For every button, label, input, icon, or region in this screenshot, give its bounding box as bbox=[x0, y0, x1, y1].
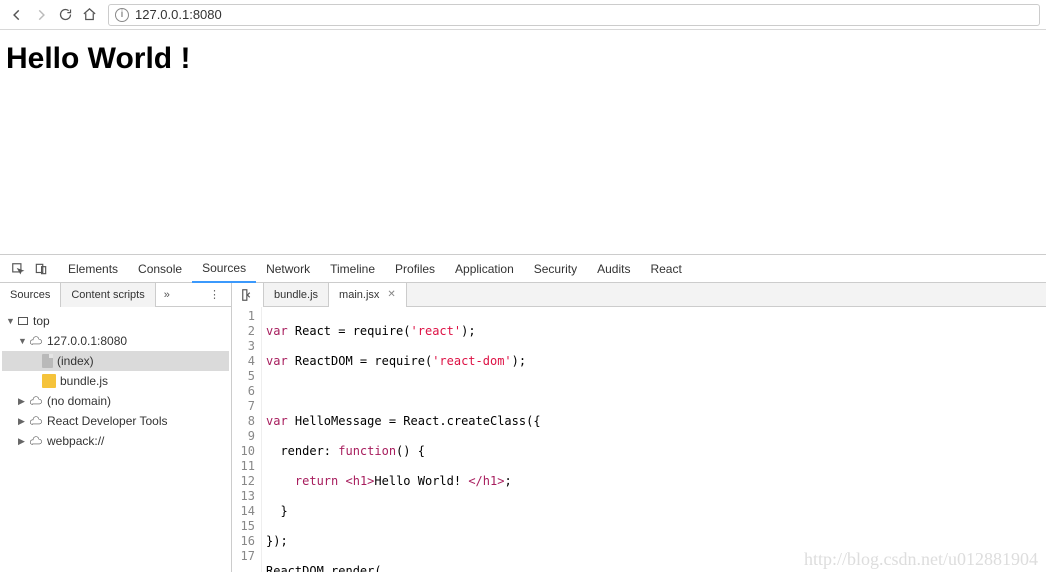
navigator-tabs: Sources Content scripts » ⋮ bbox=[0, 283, 231, 307]
tab-audits[interactable]: Audits bbox=[587, 255, 640, 283]
cloud-icon bbox=[29, 434, 43, 448]
back-button[interactable] bbox=[6, 4, 28, 26]
tab-application[interactable]: Application bbox=[445, 255, 524, 283]
file-tabs-nav-icon[interactable] bbox=[232, 283, 264, 307]
tree-react-devtools[interactable]: ▶React Developer Tools bbox=[2, 411, 229, 431]
code-content: var React = require('react'); var ReactD… bbox=[262, 307, 541, 572]
tree-origin[interactable]: ▼127.0.0.1:8080 bbox=[2, 331, 229, 351]
browser-toolbar: i 127.0.0.1:8080 bbox=[0, 0, 1046, 30]
js-file-icon bbox=[42, 374, 56, 388]
file-tab-main[interactable]: main.jsx✕ bbox=[329, 283, 407, 307]
address-bar-text: 127.0.0.1:8080 bbox=[135, 7, 222, 22]
navigator-overflow-icon[interactable]: » bbox=[156, 289, 178, 301]
tree-bundle[interactable]: bundle.js bbox=[2, 371, 229, 391]
tab-sources[interactable]: Sources bbox=[192, 255, 256, 283]
page-heading: Hello World ! bbox=[6, 42, 1040, 76]
tab-network[interactable]: Network bbox=[256, 255, 320, 283]
file-tab-bundle[interactable]: bundle.js bbox=[264, 283, 329, 307]
reload-button[interactable] bbox=[54, 4, 76, 26]
devtools-inspect-controls bbox=[0, 262, 58, 276]
tab-console[interactable]: Console bbox=[128, 255, 192, 283]
file-tree: ▼top ▼127.0.0.1:8080 (index) bundle.js ▶… bbox=[0, 307, 231, 455]
devtools-body: Sources Content scripts » ⋮ ▼top ▼127.0.… bbox=[0, 283, 1046, 572]
devtools-panel: Elements Console Sources Network Timelin… bbox=[0, 254, 1046, 572]
sources-navigator: Sources Content scripts » ⋮ ▼top ▼127.0.… bbox=[0, 283, 232, 572]
tree-top[interactable]: ▼top bbox=[2, 311, 229, 331]
file-icon bbox=[42, 354, 53, 368]
cloud-icon bbox=[29, 334, 43, 348]
address-bar[interactable]: i 127.0.0.1:8080 bbox=[108, 4, 1040, 26]
close-icon[interactable]: ✕ bbox=[387, 289, 395, 300]
inspect-element-icon[interactable] bbox=[11, 262, 25, 276]
page-content: Hello World ! bbox=[0, 30, 1046, 76]
sources-editor: bundle.js main.jsx✕ 12345678910111213141… bbox=[232, 283, 1046, 572]
tab-profiles[interactable]: Profiles bbox=[385, 255, 445, 283]
code-editor[interactable]: 1234567891011121314151617 var React = re… bbox=[232, 307, 1046, 572]
forward-button[interactable] bbox=[30, 4, 52, 26]
tab-security[interactable]: Security bbox=[524, 255, 587, 283]
site-info-icon[interactable]: i bbox=[115, 8, 129, 22]
tree-webpack[interactable]: ▶webpack:// bbox=[2, 431, 229, 451]
tab-elements[interactable]: Elements bbox=[58, 255, 128, 283]
navigator-menu-icon[interactable]: ⋮ bbox=[199, 288, 231, 301]
navigator-tab-sources[interactable]: Sources bbox=[0, 283, 61, 307]
tab-react[interactable]: React bbox=[640, 255, 691, 283]
navigator-tab-content-scripts[interactable]: Content scripts bbox=[61, 283, 155, 307]
cloud-icon bbox=[29, 394, 43, 408]
tree-index[interactable]: (index) bbox=[2, 351, 229, 371]
home-button[interactable] bbox=[78, 4, 100, 26]
tab-timeline[interactable]: Timeline bbox=[320, 255, 385, 283]
cloud-icon bbox=[29, 414, 43, 428]
editor-file-tabs: bundle.js main.jsx✕ bbox=[232, 283, 1046, 307]
devtools-tabbar: Elements Console Sources Network Timelin… bbox=[0, 255, 1046, 283]
line-gutter: 1234567891011121314151617 bbox=[232, 307, 262, 572]
tree-no-domain[interactable]: ▶(no domain) bbox=[2, 391, 229, 411]
device-toolbar-icon[interactable] bbox=[34, 262, 48, 276]
